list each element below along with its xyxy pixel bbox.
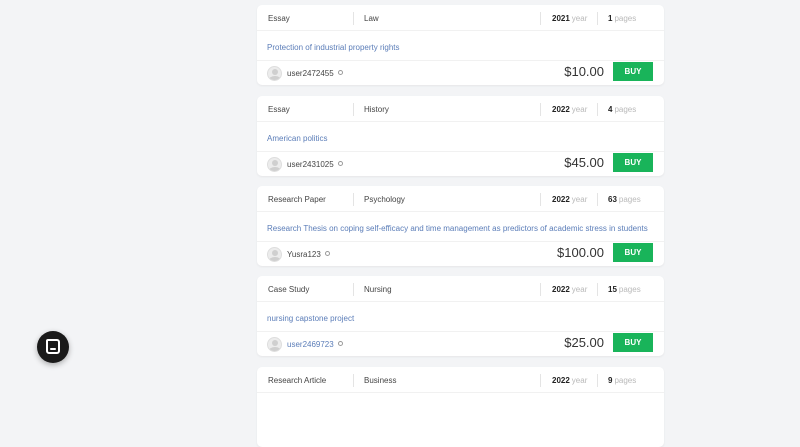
order-year: 2022 year (552, 105, 587, 114)
divider (540, 103, 541, 116)
order-meta: Research Article Business 2022 year 9 page… (257, 367, 664, 393)
order-title[interactable]: American politics (267, 134, 654, 143)
pages-unit: pages (614, 105, 637, 114)
year-unit: year (571, 14, 588, 23)
order-pages: 9 pages (608, 376, 636, 385)
order-card: Research Paper Psychology 2022 year 63 pag… (257, 186, 664, 266)
status-dot-icon (324, 251, 330, 256)
order-subject: Law (364, 14, 379, 23)
divider (597, 193, 598, 206)
order-price: $45.00 (564, 155, 604, 170)
year-value: 2022 (552, 376, 570, 385)
order-year: 2022 year (552, 376, 587, 385)
avatar[interactable] (267, 337, 282, 352)
order-subject: Business (364, 376, 397, 385)
status-dot-icon (337, 341, 343, 346)
buy-button[interactable]: BUY (613, 243, 653, 262)
username[interactable]: Yusra123 (287, 250, 330, 259)
divider (540, 283, 541, 296)
pages-value: 9 (608, 376, 613, 385)
username[interactable]: user2469723 (287, 340, 343, 349)
order-price: $10.00 (564, 64, 604, 79)
order-year: 2022 year (552, 195, 587, 204)
pages-unit: pages (618, 195, 641, 204)
divider (353, 283, 354, 296)
order-type: Research Article (268, 376, 327, 385)
buy-button[interactable]: BUY (613, 333, 653, 352)
pages-value: 63 (608, 195, 617, 204)
order-pages: 4 pages (608, 105, 636, 114)
pages-value: 1 (608, 14, 613, 23)
order-footer: user2469723 $25.00 BUY (257, 331, 664, 356)
divider (540, 12, 541, 25)
username[interactable]: user2431025 (287, 160, 343, 169)
buy-button[interactable]: BUY (613, 62, 653, 81)
year-value: 2022 (552, 105, 570, 114)
status-dot-icon (337, 161, 343, 166)
pages-unit: pages (618, 285, 641, 294)
order-price: $100.00 (557, 245, 604, 260)
year-unit: year (571, 285, 588, 294)
order-card: Essay History 2022 year 4 pages American p… (257, 96, 664, 176)
order-meta: Essay History 2022 year 4 pages (257, 96, 664, 122)
order-price: $25.00 (564, 335, 604, 350)
year-unit: year (571, 195, 588, 204)
divider (597, 374, 598, 387)
username-text[interactable]: Yusra123 (287, 250, 321, 259)
chat-widget-button[interactable] (37, 331, 69, 363)
order-meta: Essay Law 2021 year 1 pages (257, 5, 664, 31)
order-pages: 15 pages (608, 285, 641, 294)
avatar[interactable] (267, 66, 282, 81)
username[interactable]: user2472455 (287, 69, 343, 78)
order-type: Essay (268, 14, 290, 23)
order-type: Research Paper (268, 195, 326, 204)
order-title[interactable]: nursing capstone project (267, 314, 654, 323)
status-dot-icon (337, 70, 343, 75)
year-value: 2022 (552, 285, 570, 294)
order-card: Essay Law 2021 year 1 pages Protection of … (257, 5, 664, 85)
order-title[interactable]: Research Thesis on coping self-efficacy … (267, 224, 654, 233)
year-value: 2021 (552, 14, 570, 23)
divider (353, 374, 354, 387)
year-unit: year (571, 105, 588, 114)
divider (353, 103, 354, 116)
order-subject: Psychology (364, 195, 405, 204)
order-meta: Research Paper Psychology 2022 year 63 pag… (257, 186, 664, 212)
order-pages: 63 pages (608, 195, 641, 204)
order-card: Research Article Business 2022 year 9 page… (257, 367, 664, 447)
username-text[interactable]: user2469723 (287, 340, 334, 349)
username-text[interactable]: user2472455 (287, 69, 334, 78)
divider (597, 103, 598, 116)
avatar[interactable] (267, 247, 282, 262)
order-footer: Yusra123 $100.00 BUY (257, 241, 664, 266)
pages-value: 15 (608, 285, 617, 294)
order-pages: 1 pages (608, 14, 636, 23)
order-card: Case Study Nursing 2022 year 15 pages nurs… (257, 276, 664, 356)
order-year: 2022 year (552, 285, 587, 294)
order-subject: Nursing (364, 285, 392, 294)
order-type: Essay (268, 105, 290, 114)
divider (353, 12, 354, 25)
order-year: 2021 year (552, 14, 587, 23)
order-type: Case Study (268, 285, 310, 294)
pages-unit: pages (614, 14, 637, 23)
username-text[interactable]: user2431025 (287, 160, 334, 169)
buy-button[interactable]: BUY (613, 153, 653, 172)
avatar[interactable] (267, 157, 282, 172)
divider (540, 374, 541, 387)
order-subject: History (364, 105, 389, 114)
pages-unit: pages (614, 376, 637, 385)
year-unit: year (571, 376, 588, 385)
divider (597, 283, 598, 296)
order-meta: Case Study Nursing 2022 year 15 pages (257, 276, 664, 302)
chat-icon (46, 339, 60, 354)
year-value: 2022 (552, 195, 570, 204)
order-title[interactable]: Protection of industrial property rights (267, 43, 654, 52)
divider (353, 193, 354, 206)
order-footer: user2472455 $10.00 BUY (257, 60, 664, 85)
divider (597, 12, 598, 25)
order-footer: user2431025 $45.00 BUY (257, 151, 664, 176)
divider (540, 193, 541, 206)
pages-value: 4 (608, 105, 613, 114)
